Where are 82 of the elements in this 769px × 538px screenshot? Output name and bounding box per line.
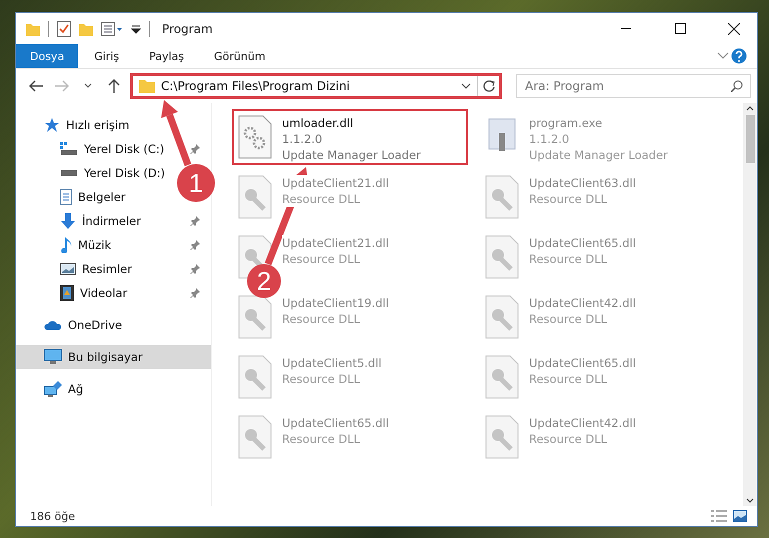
key-file-icon (485, 295, 519, 339)
left-arrow-icon (29, 80, 43, 92)
sidebar-item[interactable]: OneDrive (16, 313, 178, 337)
ribbon-tab[interactable]: Görünüm (200, 44, 280, 68)
step-number-badge: 2 (247, 264, 281, 298)
ribbon-tab[interactable]: Dosya (16, 44, 78, 68)
sidebar-item[interactable]: Belgeler (16, 185, 178, 209)
file-name: UpdateClient19.dll (282, 295, 389, 311)
sidebar-item[interactable]: İndirmeler (16, 209, 178, 233)
key-file-icon (238, 175, 272, 219)
search-icon (731, 80, 743, 92)
checklist-icon[interactable] (57, 20, 71, 36)
minimize-icon (621, 28, 631, 29)
file-description: Update Manager Loader (282, 147, 421, 163)
refresh-icon (482, 80, 494, 92)
chevron-down-icon (84, 83, 92, 89)
pin-icon[interactable] (190, 144, 200, 154)
file-name: UpdateClient21.dll (282, 235, 389, 251)
properties-icon[interactable] (101, 22, 123, 36)
right-arrow-icon (55, 80, 69, 92)
drive-icon (60, 142, 78, 156)
drive-icon (60, 169, 78, 177)
ribbon-tab[interactable]: Paylaş (135, 44, 198, 68)
folder-icon (26, 22, 40, 36)
scrollbar-thumb[interactable] (746, 115, 754, 163)
sidebar-item[interactable]: Videolar (16, 281, 178, 305)
sidebar-item[interactable]: Ağ (16, 377, 178, 401)
file-name: UpdateClient42.dll (529, 295, 636, 311)
sidebar-item[interactable]: Bu bilgisayar (16, 345, 211, 369)
file-name: UpdateClient63.dll (529, 175, 636, 191)
sidebar-item[interactable]: Yerel Disk (D:) (16, 161, 178, 185)
sidebar-item[interactable]: Hızlı erişim (16, 113, 178, 137)
computer-icon (44, 349, 62, 365)
sidebar-item[interactable]: Resimler (16, 257, 178, 281)
file-name: UpdateClient65.dll (529, 235, 636, 251)
star-icon (44, 118, 60, 132)
key-file-icon (485, 235, 519, 279)
pin-icon[interactable] (190, 240, 200, 250)
scroll-down-icon[interactable] (746, 498, 754, 503)
pin-icon[interactable] (190, 288, 200, 298)
address-bar[interactable]: C:\Program Files\Program Dizini (130, 73, 502, 99)
scrollbar[interactable] (743, 103, 757, 506)
file-description: Resource DLL (282, 191, 360, 207)
maximize-icon (674, 23, 686, 34)
close-icon (728, 22, 740, 34)
network-icon (44, 381, 62, 397)
dropdown-caret-icon[interactable] (131, 24, 141, 34)
picture-icon (60, 263, 76, 275)
file-name: UpdateClient42.dll (529, 415, 636, 431)
sidebar-item[interactable]: Müzik (16, 233, 178, 257)
scroll-up-icon[interactable] (746, 106, 754, 111)
cloud-icon (44, 320, 62, 330)
up-arrow-icon (108, 79, 120, 93)
document-icon (60, 189, 72, 205)
film-icon (60, 285, 74, 301)
music-note-icon (60, 237, 72, 253)
window-title: Program (162, 22, 213, 36)
file-name: UpdateClient21.dll (282, 175, 389, 191)
key-file-icon (485, 415, 519, 459)
folder-icon (139, 79, 155, 93)
search-field[interactable]: Ara: Program (516, 74, 751, 98)
highlighted-file-item[interactable]: umloader.dll 1.1.2.0 Update Manager Loader (232, 109, 468, 165)
ribbon-tab[interactable]: Giriş (80, 44, 134, 68)
item-count: 186 öğe (30, 510, 75, 522)
pin-icon[interactable] (190, 264, 200, 274)
key-file-icon (238, 415, 272, 459)
large-icons-view-icon[interactable] (733, 510, 747, 522)
pin-icon[interactable] (190, 216, 200, 226)
file-name: UpdateClient65.dll (529, 355, 636, 371)
key-file-icon (238, 355, 272, 399)
key-file-icon (238, 295, 272, 339)
gear-file-icon (238, 115, 272, 159)
file-name: UpdateClient5.dll (282, 355, 382, 371)
key-file-icon (485, 175, 519, 219)
details-view-icon[interactable] (711, 510, 727, 522)
key-file-icon (485, 355, 519, 399)
step-number-badge: 1 (177, 164, 215, 202)
file-description: Update Manager Loader (529, 147, 668, 163)
sidebar-item[interactable]: Yerel Disk (C:) (16, 137, 178, 161)
chevron-down-icon[interactable] (461, 83, 471, 89)
download-arrow-icon (60, 213, 76, 229)
file-name: UpdateClient65.dll (282, 415, 389, 431)
